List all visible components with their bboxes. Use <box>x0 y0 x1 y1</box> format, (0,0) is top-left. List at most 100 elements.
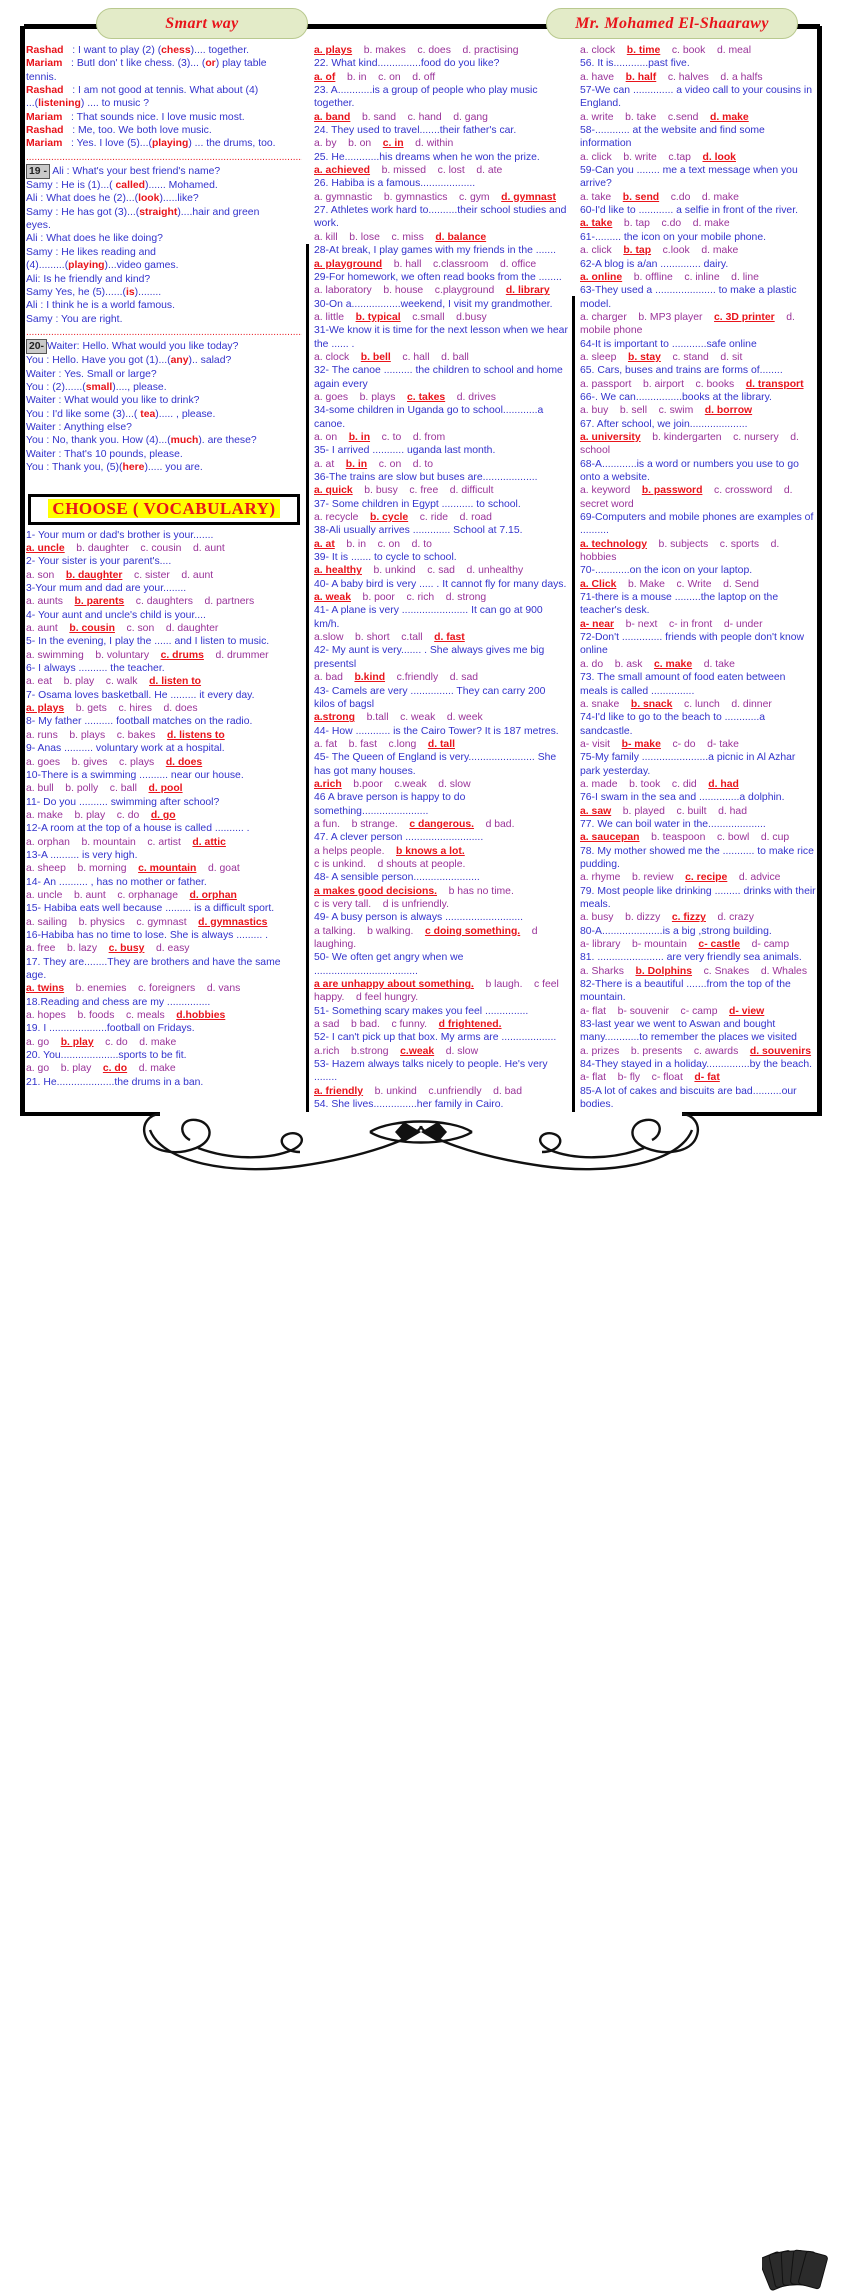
option: c- camp <box>680 1005 718 1017</box>
answer-option: b.kind <box>354 672 386 684</box>
option: d. strong <box>445 592 487 604</box>
question-text: 57-We can .............. a video call to… <box>580 85 812 110</box>
answer-option: d. go <box>150 809 176 821</box>
option: a. fat <box>314 738 338 750</box>
option-row: a. runs b. plays c. bakes d. listens to <box>26 729 302 742</box>
option: c. bowl <box>716 832 750 844</box>
answer-option: b. parents <box>74 596 125 608</box>
dialogue-answer: here <box>122 461 145 473</box>
option-row: a. take b. send c.do d. make <box>580 191 816 204</box>
option: b. review <box>631 872 674 884</box>
dialogue-answer: any <box>170 355 189 367</box>
question-text: 35- I arrived ........... uganda last mo… <box>314 445 496 457</box>
option: a. at <box>314 458 335 470</box>
option: b. gymnastics <box>383 191 448 203</box>
brand-banner-left: Smart way <box>96 8 308 39</box>
option-row: a makes good decisions. b has no time. <box>314 885 568 898</box>
answer-option: b. play <box>60 1036 94 1048</box>
option-row: a- visit b- make c- do d- take <box>580 738 816 751</box>
answer-option: a. playground <box>314 258 383 270</box>
answer-option: b- make <box>621 738 661 750</box>
option-row: a. keyword b. password c. crossword d. s… <box>580 484 816 511</box>
option: d. crazy <box>717 912 754 924</box>
option: b. lose <box>349 231 380 243</box>
option-row: a sad b bad. c funny. d frightened. <box>314 1018 568 1031</box>
option: a. by <box>314 138 337 150</box>
option-row: a. band b. sand c. hand d. gang <box>314 111 568 124</box>
option-row: a. take b. tap c.do d. make <box>580 217 816 230</box>
answer-option: a- near <box>580 618 615 630</box>
option: c. halves <box>667 71 709 83</box>
option: d. make <box>701 191 739 203</box>
option-row: a. healthy b. unkind c. sad d. unhealthy <box>314 564 568 577</box>
question-text: 10-There is a swimming .......... near o… <box>26 769 244 781</box>
option: c. orphanage <box>117 889 178 901</box>
question-text: 53- Hazem always talks nicely to people.… <box>314 1059 548 1084</box>
option-row: a. free b. lazy c. busy d. easy <box>26 942 302 955</box>
option-row: a. sheep b. morning c. mountain d. goat <box>26 862 302 875</box>
option: a. do <box>580 658 604 670</box>
option: b. short <box>355 632 390 644</box>
question-text: 18.Reading and chess are my ............… <box>26 996 211 1008</box>
option: a. eat <box>26 676 52 688</box>
option: a talking. <box>314 925 356 937</box>
option: d. week <box>446 712 483 724</box>
dotted-separator: ........................................… <box>26 151 302 163</box>
answer-option: d. pool <box>148 783 183 795</box>
option: a. runs <box>26 729 58 741</box>
question-text: 67. After school, we join...............… <box>580 418 748 430</box>
option: d. off <box>412 71 436 83</box>
question-text: 63-They used a ..................... to … <box>580 285 797 310</box>
option: b. missed <box>381 165 427 177</box>
option: b. aunt <box>73 889 106 901</box>
dotted-separator: ........................................… <box>26 326 302 338</box>
option: c.do <box>661 218 682 230</box>
option: d. office <box>499 258 537 270</box>
option: c. bakes <box>116 729 156 741</box>
option-row: a. orphan b. mountain c. artist d. attic <box>26 836 302 849</box>
question-text: 43- Camels are very ............... They… <box>314 685 546 710</box>
option: a- library <box>580 939 621 951</box>
question-text: 30-On a.................weekend, I visit… <box>314 298 553 310</box>
option: c. did <box>671 778 697 790</box>
answer-option: c. drums <box>160 649 204 661</box>
option: c. on <box>378 458 402 470</box>
column-middle: a. plays b. makes c. does d. practising 2… <box>308 44 574 1110</box>
question-text: 56. It is............past five. <box>580 58 690 70</box>
answer-option: b. in <box>348 431 371 443</box>
option-row: a. plays b. gets c. hires d. does <box>26 702 302 715</box>
option: d. a halfs <box>720 71 763 83</box>
dialogue-line: Waiter : Yes. Small or large? <box>26 368 157 380</box>
option: b- fly <box>617 1072 641 1084</box>
option: c. hand <box>407 111 442 123</box>
question-text: 81. ....................... are very fri… <box>580 952 802 964</box>
answer-option: c. busy <box>108 943 145 955</box>
option: a. hopes <box>26 1010 66 1022</box>
question-number-badge: 20- <box>26 338 48 355</box>
option-row-first: a. plays b. makes c. does d. practising <box>314 44 568 57</box>
dialogue-line: You : Thank you, (5)(here)..... you are. <box>26 461 203 473</box>
option: b. in <box>346 538 366 550</box>
option: a. made <box>580 778 618 790</box>
option: c. rich <box>406 592 435 604</box>
option: b. foods <box>77 1010 115 1022</box>
option: c. books <box>695 378 735 390</box>
dialogue-line: Ali: Is he friendly and kind? <box>26 273 151 285</box>
answer-option: b. password <box>641 485 703 497</box>
option: a. goes <box>26 756 61 768</box>
question-text: 37- Some children in Egypt ........... t… <box>314 498 521 510</box>
option: a. busy <box>580 912 614 924</box>
option: a. aunt <box>26 623 58 635</box>
option: a. click <box>580 245 612 257</box>
option: b. play <box>74 809 106 821</box>
answer-option: a. band <box>314 111 351 123</box>
option: d. within <box>415 138 454 150</box>
option: a. prizes <box>580 1045 620 1057</box>
answer-option: b. Dolphins <box>635 965 693 977</box>
question-text: 26. Habiba is a famous..................… <box>314 178 476 190</box>
option: a. bad <box>314 672 343 684</box>
option: c. weak <box>400 712 436 724</box>
option-row: a. university b. kindergarten c. nursery… <box>580 431 816 458</box>
question-text: 58-............ at the website and find … <box>580 125 765 150</box>
option: a. keyword <box>580 485 631 497</box>
